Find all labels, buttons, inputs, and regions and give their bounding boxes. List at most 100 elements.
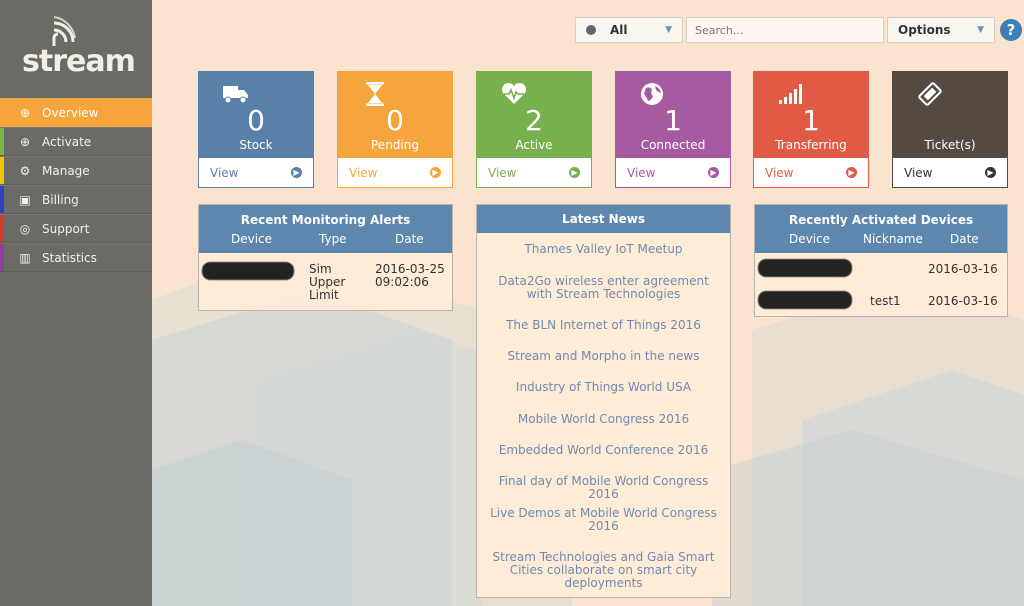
news-link[interactable]: The BLN Internet of Things 2016 — [477, 319, 730, 332]
tile-count: 0 — [386, 104, 404, 137]
globe-icon — [641, 83, 663, 105]
tile-stock: 0 Stock View ▶ — [198, 71, 314, 188]
news-link[interactable]: Live Demos at Mobile World Congress 2016 — [477, 507, 730, 533]
column-header-nickname: Nickname — [863, 232, 923, 246]
view-label: View — [627, 165, 656, 180]
table-row[interactable]: 2016-03-16 — [755, 253, 1007, 285]
news-panel: Latest News Thames Valley IoT Meetup Dat… — [476, 204, 731, 598]
view-label: View — [210, 165, 239, 180]
alerts-panel: Recent Monitoring Alerts Device Type Dat… — [198, 204, 453, 311]
gear-icon: ⚙ — [19, 163, 31, 178]
signal-icon — [779, 84, 802, 104]
tile-transferring: 1 Transferring View ▶ — [753, 71, 869, 188]
column-header-device: Device — [789, 232, 831, 246]
news-link[interactable]: Embedded World Conference 2016 — [477, 444, 730, 457]
arrow-right-circle-icon: ▶ — [569, 167, 580, 178]
tile-label: Connected — [640, 138, 706, 152]
news-link[interactable]: Data2Go wireless enter agreement with St… — [477, 275, 730, 301]
tile-pending: 0 Pending View ▶ — [337, 71, 453, 188]
table-row[interactable]: Sim Upper Limit 2016-03-25 09:02:06 — [199, 253, 452, 311]
heartbeat-icon — [501, 82, 527, 104]
tile-count: 0 — [247, 104, 265, 137]
view-label: View — [488, 165, 517, 180]
arrow-right-circle-icon: ▶ — [985, 167, 996, 178]
tile-count: 1 — [802, 104, 820, 137]
arrow-right-circle-icon: ▶ — [708, 167, 719, 178]
tile-header: 1 Transferring — [754, 72, 868, 158]
news-link[interactable]: Thames Valley IoT Meetup — [477, 243, 730, 256]
filter-value: All — [610, 23, 628, 37]
sidebar-item-label: Support — [42, 221, 90, 236]
ticket-icon — [918, 82, 942, 106]
tile-header: 0 Stock — [199, 72, 313, 158]
devices-panel-title: Recently Activated Devices — [788, 213, 974, 227]
options-select[interactable]: Options ▼ — [887, 17, 995, 43]
help-icon[interactable]: ? — [1000, 19, 1022, 41]
news-link[interactable]: Final day of Mobile World Congress 2016 — [477, 475, 730, 501]
tile-count: 1 — [664, 104, 682, 137]
tile-label: Transferring — [775, 138, 847, 152]
plus-circle-icon: ⊕ — [19, 105, 31, 120]
sidebar-item-billing[interactable]: ▣ Billing — [0, 185, 152, 214]
sidebar-item-activate[interactable]: ⊕ Activate — [0, 127, 152, 156]
view-label: View — [765, 165, 794, 180]
tile-label: Active — [515, 138, 553, 152]
alert-date: 2016-03-25 09:02:06 — [375, 262, 445, 289]
tile-view-link[interactable]: View ▶ — [338, 158, 452, 187]
redacted-device-id — [758, 291, 852, 309]
news-panel-header: Latest News — [477, 205, 730, 233]
tile-view-link[interactable]: View ▶ — [199, 158, 313, 187]
tile-label: Ticket(s) — [924, 138, 976, 152]
tile-label: Pending — [371, 138, 419, 152]
tile-view-link[interactable]: View ▶ — [893, 158, 1007, 187]
devices-column-headers: Device Nickname Date — [755, 227, 1007, 249]
alerts-column-headers: Device Type Date — [199, 227, 452, 249]
redacted-device-id — [202, 262, 294, 280]
filter-select[interactable]: All ▼ — [575, 17, 683, 43]
tile-count: 2 — [525, 104, 543, 137]
tile-connected: 1 Connected View ▶ — [615, 71, 731, 188]
sidebar-item-support[interactable]: ◎ Support — [0, 214, 152, 243]
stream-logo[interactable]: stream — [22, 12, 136, 82]
news-link[interactable]: Stream and Morpho in the news — [477, 350, 730, 363]
arrow-right-circle-icon: ▶ — [846, 167, 857, 178]
news-link[interactable]: Stream Technologies and Gaia Smart Citie… — [477, 551, 730, 590]
sidebar-item-label: Billing — [42, 192, 79, 207]
bar-chart-icon: ▥ — [19, 250, 31, 265]
alerts-panel-title: Recent Monitoring Alerts — [240, 213, 411, 227]
sidebar-nav: ⊕ Overview ⊕ Activate ⚙ Manage ▣ Billing… — [0, 98, 152, 272]
table-row[interactable]: test1 2016-03-16 — [755, 285, 1007, 317]
tile-view-link[interactable]: View ▶ — [754, 158, 868, 187]
money-icon: ▣ — [19, 192, 31, 207]
tile-header: 1 Connected — [616, 72, 730, 158]
column-header-type: Type — [319, 232, 347, 246]
news-link[interactable]: Mobile World Congress 2016 — [477, 413, 730, 426]
search-input[interactable] — [686, 17, 884, 43]
signal-waves-icon — [52, 16, 76, 46]
column-header-device: Device — [231, 232, 273, 246]
devices-panel: Recently Activated Devices Device Nickna… — [754, 204, 1008, 317]
tile-tickets: Ticket(s) View ▶ — [892, 71, 1008, 188]
view-label: View — [904, 165, 933, 180]
sidebar-item-label: Activate — [42, 134, 92, 149]
chevron-down-icon: ▼ — [665, 25, 672, 35]
sidebar-item-overview[interactable]: ⊕ Overview — [0, 98, 152, 127]
alert-type: Sim Upper Limit — [309, 262, 346, 302]
options-label: Options — [898, 23, 951, 37]
sidebar-item-label: Statistics — [42, 250, 97, 265]
sidebar-item-manage[interactable]: ⚙ Manage — [0, 156, 152, 185]
tile-active: 2 Active View ▶ — [476, 71, 592, 188]
tile-view-link[interactable]: View ▶ — [616, 158, 730, 187]
column-header-date: Date — [950, 232, 979, 246]
sidebar-item-statistics[interactable]: ▥ Statistics — [0, 243, 152, 272]
view-label: View — [349, 165, 378, 180]
devices-panel-header: Recently Activated Devices Device Nickna… — [755, 205, 1007, 253]
news-panel-title: Latest News — [561, 212, 646, 226]
tile-view-link[interactable]: View ▶ — [477, 158, 591, 187]
device-nickname: test1 — [870, 294, 901, 308]
redacted-device-id — [758, 259, 852, 277]
news-link[interactable]: Industry of Things World USA — [477, 381, 730, 394]
sidebar-item-label: Overview — [42, 105, 99, 120]
arrow-right-circle-icon: ▶ — [430, 167, 441, 178]
alerts-panel-header: Recent Monitoring Alerts Device Type Dat… — [199, 205, 452, 253]
